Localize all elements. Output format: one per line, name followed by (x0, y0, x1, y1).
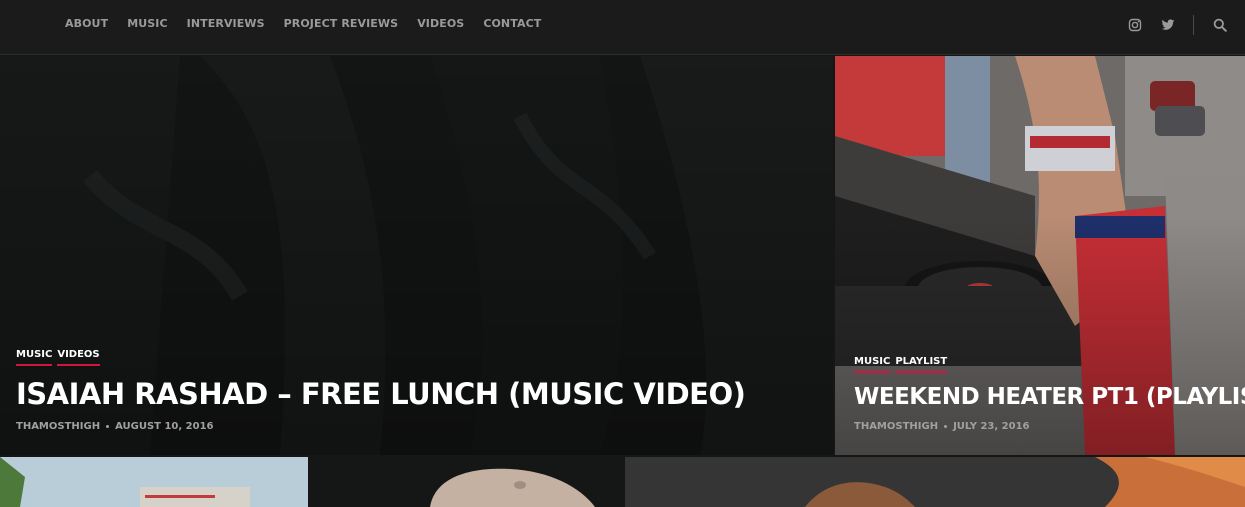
featured-post-side[interactable]: MUSIC PLAYLIST WEEKEND HEATER PT1 (PLAYL… (835, 56, 1245, 455)
instagram-icon[interactable] (1128, 18, 1142, 32)
post-categories: MUSIC PLAYLIST (854, 356, 948, 373)
thumbnail-image (0, 457, 308, 507)
nav-videos[interactable]: VIDEOS (417, 17, 464, 31)
meta-separator (106, 425, 110, 428)
nav-music[interactable]: MUSIC (127, 17, 167, 31)
post-categories: MUSIC VIDEOS (16, 349, 100, 366)
post-date: AUGUST 10, 2016 (115, 421, 214, 432)
post-thumbnail[interactable] (310, 457, 623, 507)
category-tag[interactable]: VIDEOS (57, 349, 100, 366)
nav-interviews[interactable]: INTERVIEWS (187, 17, 265, 31)
post-meta: THAMOSTHIGH AUGUST 10, 2016 (16, 421, 214, 432)
post-thumbnail[interactable] (0, 457, 308, 507)
featured-post-main[interactable]: MUSIC VIDEOS ISAIAH RASHAD – FREE LUNCH … (0, 56, 833, 455)
thumbnail-image (625, 457, 1245, 507)
post-title[interactable]: WEEKEND HEATER PT1 (PLAYLIST) (854, 382, 1245, 412)
main-nav: ABOUT MUSIC INTERVIEWS PROJECT REVIEWS V… (65, 17, 560, 31)
nav-contact[interactable]: CONTACT (483, 17, 541, 31)
search-icon[interactable] (1213, 18, 1227, 32)
category-tag[interactable]: MUSIC (16, 349, 53, 366)
header-divider (1193, 15, 1194, 35)
twitter-icon[interactable] (1161, 18, 1175, 32)
post-thumbnail[interactable] (625, 457, 1245, 507)
post-title[interactable]: ISAIAH RASHAD – FREE LUNCH (MUSIC VIDEO) (16, 376, 746, 412)
category-tag[interactable]: MUSIC (854, 356, 891, 373)
nav-about[interactable]: ABOUT (65, 17, 108, 31)
meta-separator (944, 425, 948, 428)
thumbnail-image (310, 457, 623, 507)
post-date: JULY 23, 2016 (953, 421, 1030, 432)
post-meta: THAMOSTHIGH JULY 23, 2016 (854, 421, 1029, 432)
category-tag[interactable]: PLAYLIST (895, 356, 948, 373)
post-author[interactable]: THAMOSTHIGH (16, 421, 100, 432)
header-social (1105, 0, 1245, 55)
nav-project-reviews[interactable]: PROJECT REVIEWS (284, 17, 399, 31)
site-header: ABOUT MUSIC INTERVIEWS PROJECT REVIEWS V… (0, 0, 1245, 55)
post-author[interactable]: THAMOSTHIGH (854, 421, 938, 432)
